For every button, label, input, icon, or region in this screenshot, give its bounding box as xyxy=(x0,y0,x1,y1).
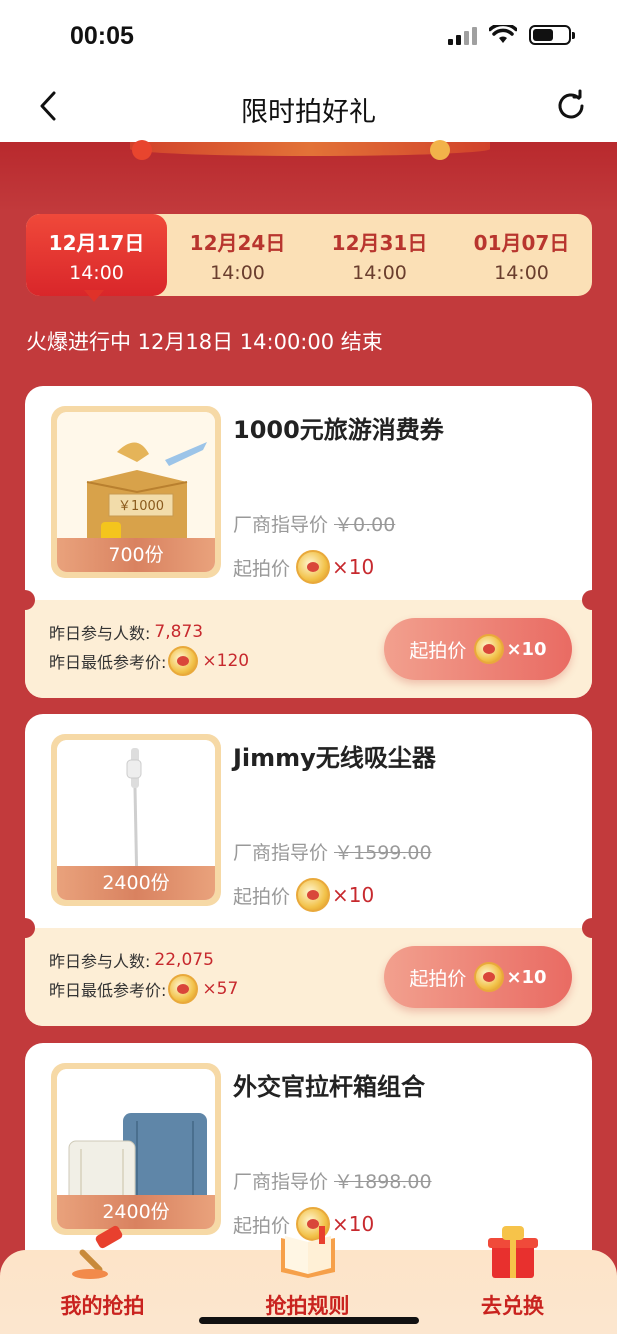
tab-time: 14:00 xyxy=(494,261,549,284)
card-footer: 昨日参与人数: 22,075 昨日最低参考价: ×57 起拍价 ×10 xyxy=(25,928,592,1026)
tab-session-3[interactable]: 12月31日 14:00 xyxy=(309,214,450,296)
participants-count: 22,075 xyxy=(154,950,214,970)
tab-session-4[interactable]: 01月07日 14:00 xyxy=(451,214,592,296)
tab-time: 14:00 xyxy=(69,261,124,284)
product-title: 外交官拉杆箱组合 xyxy=(233,1073,425,1101)
tab-date: 12月17日 xyxy=(48,230,145,255)
tab-time: 14:00 xyxy=(210,261,265,284)
product-image: ￥1000 700份 xyxy=(51,406,221,578)
tab-date: 12月31日 xyxy=(331,230,428,255)
svg-text:￥1000: ￥1000 xyxy=(118,499,164,514)
participants-count: 7,873 xyxy=(154,622,204,642)
coin-icon xyxy=(296,550,331,584)
rulebook-icon xyxy=(280,1226,335,1278)
coin-icon xyxy=(474,634,505,664)
coin-icon xyxy=(296,878,331,912)
bottom-nav-label: 去兑换 xyxy=(481,1294,544,1318)
msrp: 厂商指导价 ￥1898.00 xyxy=(233,1171,432,1193)
home-indicator xyxy=(199,1317,419,1324)
tab-time: 14:00 xyxy=(352,261,407,284)
page-title: 限时拍好礼 xyxy=(241,97,376,128)
status-bar: 00:05 xyxy=(0,0,617,74)
auction-status-text: 火爆进行中 12月18日 14:00:00 结束 xyxy=(26,330,383,354)
bid-button[interactable]: 起拍价 ×10 xyxy=(384,946,572,1008)
card-footer: 昨日参与人数: 7,873 昨日最低参考价: ×120 起拍价 ×10 xyxy=(25,600,592,698)
product-title: Jimmy无线吸尘器 xyxy=(233,744,436,772)
cellular-signal-icon xyxy=(448,25,477,45)
product-image: 2400份 xyxy=(51,1063,221,1235)
product-card[interactable]: ￥1000 700份 1000元旅游消费券 厂商指导价 ￥0.00 起拍价 ×10 … xyxy=(25,386,592,698)
battery-icon xyxy=(529,25,575,45)
banner xyxy=(0,140,617,212)
msrp: 厂商指导价 ￥0.00 xyxy=(233,514,396,536)
coin-icon xyxy=(474,962,505,992)
product-image: 2400份 xyxy=(51,734,221,906)
wifi-icon xyxy=(489,25,517,43)
refresh-icon xyxy=(558,89,584,119)
starting-price: 起拍价 ×10 xyxy=(233,878,374,912)
msrp-price: ￥0.00 xyxy=(334,514,396,536)
product-card[interactable]: 2400份 Jimmy无线吸尘器 厂商指导价 ￥1599.00 起拍价 ×10 昨日… xyxy=(25,714,592,1026)
session-tabs: 12月17日 14:00 12月24日 14:00 12月31日 14:00 0… xyxy=(26,214,592,296)
coin-icon xyxy=(168,974,199,1004)
lowest-price-row: 昨日最低参考价: ×120 xyxy=(49,646,249,676)
bid-button[interactable]: 起拍价 ×10 xyxy=(384,618,572,680)
starting-price: 起拍价 ×10 xyxy=(233,550,374,584)
quantity-label: 700份 xyxy=(57,538,215,572)
bottom-nav-label: 抢拍规则 xyxy=(265,1294,350,1318)
msrp-price: ￥1898.00 xyxy=(334,1171,432,1193)
status-icons xyxy=(448,25,575,45)
bottom-nav-label: 我的抢拍 xyxy=(60,1294,145,1318)
active-tab-pointer xyxy=(84,290,104,302)
lantern-icon xyxy=(132,140,152,160)
product-title: 1000元旅游消费券 xyxy=(233,416,444,444)
bottom-nav-my-bids[interactable]: 我的抢拍 xyxy=(0,1225,205,1334)
nav-bar: 限时拍好礼 xyxy=(0,74,617,142)
tab-date: 01月07日 xyxy=(473,230,570,255)
gavel-icon xyxy=(71,1225,122,1279)
lantern-icon xyxy=(430,140,450,160)
bottom-nav-redeem[interactable]: 去兑换 xyxy=(410,1226,615,1334)
participants-row: 昨日参与人数: 22,075 xyxy=(49,950,214,971)
tab-session-2[interactable]: 12月24日 14:00 xyxy=(167,214,308,296)
coin-icon xyxy=(168,646,199,676)
quantity-label: 2400份 xyxy=(57,866,215,900)
tab-session-1[interactable]: 12月17日 14:00 xyxy=(26,214,167,296)
gift-box-icon xyxy=(487,1226,538,1278)
msrp: 厂商指导价 ￥1599.00 xyxy=(233,842,432,864)
lowest-price-row: 昨日最低参考价: ×57 xyxy=(49,974,238,1004)
participants-row: 昨日参与人数: 7,873 xyxy=(49,622,204,643)
status-time: 00:05 xyxy=(70,22,134,50)
tab-date: 12月24日 xyxy=(189,230,286,255)
refresh-button[interactable] xyxy=(551,86,591,126)
msrp-price: ￥1599.00 xyxy=(334,842,432,864)
